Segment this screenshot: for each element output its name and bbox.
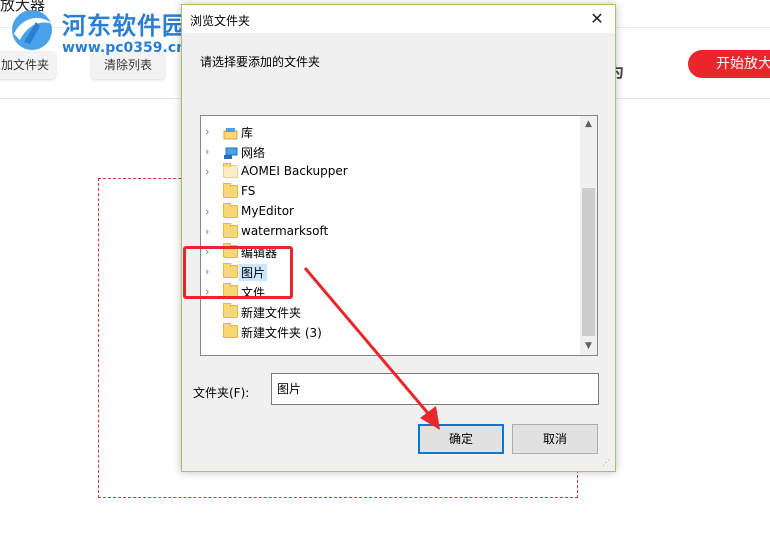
annotation-arrow-icon	[303, 267, 440, 430]
screen: 放大器 加文件夹 清除列表 为 开始放大 河东软件园 www.pc0359.cn…	[0, 0, 770, 535]
